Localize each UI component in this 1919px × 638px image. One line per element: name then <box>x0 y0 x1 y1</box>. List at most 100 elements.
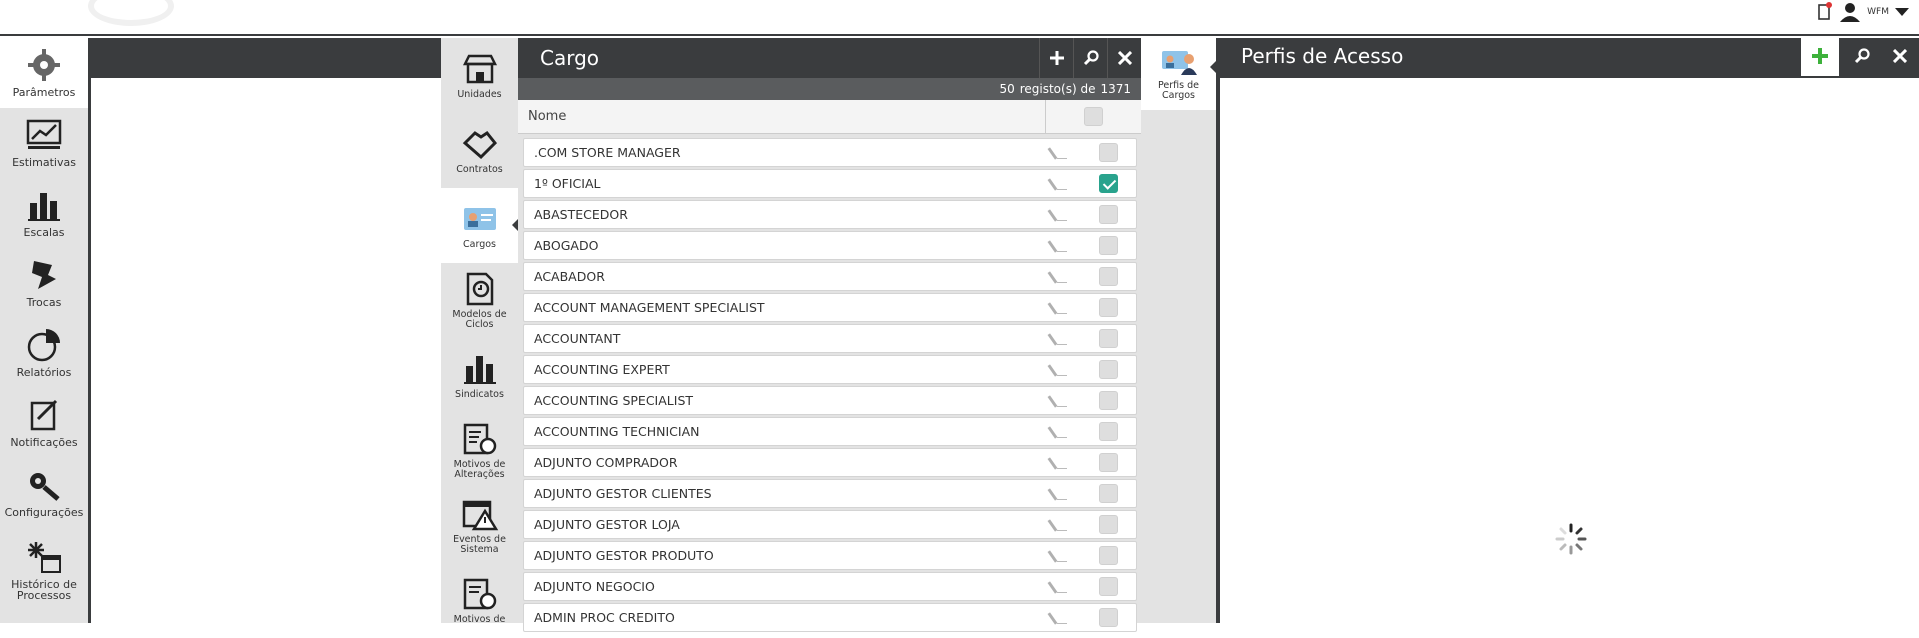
edit-icon[interactable] <box>1047 454 1069 472</box>
select-all-checkbox[interactable] <box>1084 107 1103 126</box>
row-name: ACCOUNTANT <box>534 331 621 346</box>
user-icon[interactable] <box>1839 2 1861 22</box>
main-sidebar: Parâmetros Estimativas Escalas Trocas Re… <box>0 38 88 623</box>
row-name: ACCOUNTING SPECIALIST <box>534 393 694 408</box>
notification-icon <box>30 399 58 431</box>
row-checkbox[interactable] <box>1099 453 1118 472</box>
table-row[interactable]: .COM STORE MANAGER <box>523 138 1137 167</box>
row-checkbox[interactable] <box>1099 391 1118 410</box>
close-button[interactable] <box>1107 38 1141 78</box>
edit-icon[interactable] <box>1047 144 1069 162</box>
table-row[interactable]: ABASTECEDOR <box>523 200 1137 229</box>
add-button[interactable] <box>1801 35 1839 76</box>
table-row[interactable]: ADJUNTO GESTOR PRODUTO <box>523 541 1137 570</box>
sidebar-item-parametros[interactable]: Parâmetros <box>0 38 88 108</box>
row-name: ACCOUNT MANAGEMENT SPECIALIST <box>534 300 765 315</box>
edit-icon[interactable] <box>1047 485 1069 503</box>
row-checkbox[interactable] <box>1099 360 1118 379</box>
table-row[interactable]: ACCOUNTING TECHNICIAN <box>523 417 1137 446</box>
sidebar-item-trocas[interactable]: Trocas <box>0 248 88 318</box>
store-icon <box>462 54 497 83</box>
row-checkbox[interactable] <box>1099 577 1118 596</box>
handshake-icon <box>462 130 497 159</box>
table-row[interactable]: ABOGADO <box>523 231 1137 260</box>
sidebar-item-configuracoes[interactable]: Configurações <box>0 458 88 528</box>
edit-icon[interactable] <box>1047 175 1069 193</box>
count-text: registo(s) de <box>1019 82 1096 96</box>
table-row[interactable]: ADMIN PROC CREDITO <box>523 603 1137 632</box>
sidebar-item-label: Configurações <box>4 506 84 519</box>
row-name: ABOGADO <box>534 238 599 253</box>
edit-icon[interactable] <box>1047 299 1069 317</box>
sidebar-item-estimativas[interactable]: Estimativas <box>0 108 88 178</box>
subnav-item-label: Perfis de Cargos <box>1158 80 1199 101</box>
edit-icon[interactable] <box>1047 392 1069 410</box>
subnav-item-sindicatos[interactable]: Sindicatos <box>441 338 518 413</box>
table-row[interactable]: ACCOUNTANT <box>523 324 1137 353</box>
row-checkbox[interactable] <box>1099 267 1118 286</box>
row-checkbox[interactable] <box>1099 422 1118 441</box>
table-row[interactable]: ADJUNTO NEGOCIO <box>523 572 1137 601</box>
sidebar-item-relatorios[interactable]: Relatórios <box>0 318 88 388</box>
row-name: ADJUNTO GESTOR LOJA <box>534 517 680 532</box>
search-button[interactable] <box>1073 38 1107 78</box>
subnav-item-unidades[interactable]: Unidades <box>441 38 518 113</box>
row-name: ACCOUNTING TECHNICIAN <box>534 424 700 439</box>
row-checkbox[interactable] <box>1099 298 1118 317</box>
subnav-item-motivos[interactable]: Motivos de <box>441 563 518 638</box>
table-row[interactable]: ADJUNTO COMPRADOR <box>523 448 1137 477</box>
column-header-nome[interactable]: Nome <box>518 100 1046 133</box>
user-menu[interactable]: WFM <box>1815 2 1909 22</box>
table-row[interactable]: ADJUNTO GESTOR CLIENTES <box>523 479 1137 508</box>
close-button[interactable] <box>1881 36 1919 76</box>
panel-title: Cargo <box>540 46 600 70</box>
chevron-down-icon[interactable] <box>1895 7 1909 17</box>
sidebar-item-label: Escalas <box>23 226 65 239</box>
row-checkbox[interactable] <box>1099 143 1118 162</box>
table-row[interactable]: 1º OFICIAL <box>523 169 1137 198</box>
edit-icon[interactable] <box>1047 330 1069 348</box>
table-row[interactable]: ACCOUNT MANAGEMENT SPECIALIST <box>523 293 1137 322</box>
add-button[interactable] <box>1039 38 1073 78</box>
row-checkbox[interactable] <box>1099 236 1118 255</box>
subnav-item-contratos[interactable]: Contratos <box>441 113 518 188</box>
edit-icon[interactable] <box>1047 206 1069 224</box>
row-checkbox[interactable] <box>1099 546 1118 565</box>
edit-icon[interactable] <box>1047 423 1069 441</box>
username[interactable]: WFM <box>1867 7 1889 17</box>
row-checkbox[interactable] <box>1099 484 1118 503</box>
row-checkbox[interactable] <box>1099 205 1118 224</box>
table-row[interactable]: ACCOUNTING SPECIALIST <box>523 386 1137 415</box>
search-button[interactable] <box>1843 36 1881 76</box>
subnav-item-motivos-alteracoes[interactable]: Motivos de Alterações <box>441 413 518 488</box>
edit-icon[interactable] <box>1047 609 1069 627</box>
edit-icon[interactable] <box>1047 547 1069 565</box>
edit-icon[interactable] <box>1047 268 1069 286</box>
subnav-item-label: Eventos de Sistema <box>453 533 506 555</box>
subnav-item-eventos-sistema[interactable]: Eventos de Sistema <box>441 488 518 563</box>
row-checkbox[interactable] <box>1099 515 1118 534</box>
subnav-item-modelos-ciclos[interactable]: Modelos de Ciclos <box>441 263 518 338</box>
edit-icon[interactable] <box>1047 237 1069 255</box>
pie-chart-icon <box>27 329 60 362</box>
table-row[interactable]: ADJUNTO GESTOR LOJA <box>523 510 1137 539</box>
sidebar-item-escalas[interactable]: Escalas <box>0 178 88 248</box>
row-checkbox[interactable] <box>1099 174 1118 193</box>
row-checkbox[interactable] <box>1099 608 1118 627</box>
subnav-item-cargos[interactable]: Cargos <box>441 188 519 263</box>
sidebar-item-notificacoes[interactable]: Notificações <box>0 388 88 458</box>
search-icon <box>1854 47 1870 63</box>
table-header: Nome <box>518 100 1141 134</box>
subnav-item-perfis-cargos[interactable]: Perfis de Cargos <box>1141 38 1217 110</box>
select-all-column <box>1046 107 1141 126</box>
table-row[interactable]: ACABADOR <box>523 262 1137 291</box>
notification-icon[interactable] <box>1815 2 1833 22</box>
sidebar-item-label: Histórico de Processos <box>11 578 77 602</box>
row-checkbox[interactable] <box>1099 329 1118 348</box>
sidebar-item-historico[interactable]: Histórico de Processos <box>0 528 88 613</box>
edit-icon[interactable] <box>1047 361 1069 379</box>
table-row[interactable]: ACCOUNTING EXPERT <box>523 355 1137 384</box>
edit-icon[interactable] <box>1047 578 1069 596</box>
edit-icon[interactable] <box>1047 516 1069 534</box>
subnav-item-label: Contratos <box>456 163 503 175</box>
